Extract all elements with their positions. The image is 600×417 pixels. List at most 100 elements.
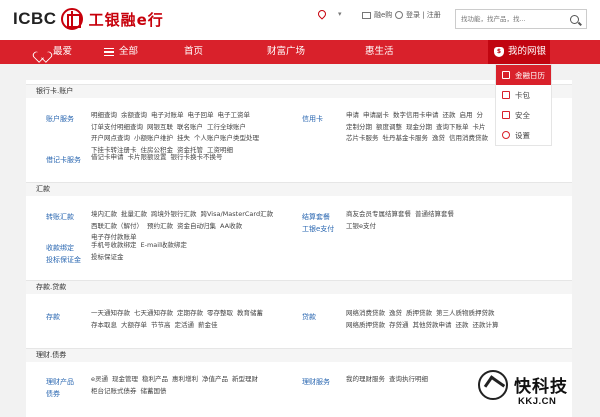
category-link[interactable]: 信用卡 <box>302 114 323 124</box>
service-link[interactable]: 我的理财服务 <box>346 375 385 383</box>
service-link[interactable]: 薪金佳 <box>198 321 218 329</box>
category-link[interactable]: 投标保证金 <box>46 255 81 265</box>
service-link[interactable]: 电子回单 <box>188 111 214 119</box>
service-link[interactable]: 手机号收款绑定 <box>91 241 137 249</box>
category-link[interactable]: 理财服务 <box>302 377 330 387</box>
service-link[interactable]: 预约汇款 <box>147 222 173 230</box>
category-link[interactable]: 贷款 <box>302 312 316 322</box>
category-link[interactable]: 借记卡服务 <box>46 155 81 165</box>
service-link[interactable]: 储蓄国债 <box>141 387 167 395</box>
service-link[interactable]: 西联汇款（解付） <box>91 222 143 230</box>
service-link[interactable]: 普通结算套餐 <box>415 210 454 218</box>
service-link[interactable]: E-mail收款绑定 <box>141 241 187 249</box>
dropdown-item-cardbag[interactable]: 卡包 <box>496 85 551 105</box>
service-link[interactable]: 借记卡申请 <box>91 153 124 161</box>
service-link[interactable]: 卡片 <box>473 123 486 131</box>
service-link[interactable]: 查询下账单 <box>436 123 469 131</box>
service-link[interactable]: 小额账户维护 <box>134 134 173 142</box>
service-link[interactable]: 数字信用卡申请 <box>393 111 439 119</box>
nav-mybank[interactable]: $ 我的网银 <box>488 40 550 64</box>
service-link[interactable]: 挂失 <box>177 134 190 142</box>
service-link[interactable]: 批量汇款 <box>121 210 147 218</box>
search-icon[interactable] <box>570 14 579 24</box>
dropdown-item-security[interactable]: 安全 <box>496 105 551 125</box>
service-link[interactable]: 查询执行明细 <box>389 375 428 383</box>
service-link[interactable]: 还款计算 <box>473 321 499 329</box>
category-link[interactable]: 工银e支付 <box>302 224 334 234</box>
service-link[interactable]: 卡片限额设置 <box>128 153 167 161</box>
dropdown-item-calendar[interactable]: 金融日历 <box>496 65 551 85</box>
nav-wealth[interactable]: 财富广场 <box>267 40 305 64</box>
service-link[interactable]: 新型理财 <box>232 375 258 383</box>
service-link[interactable]: 定活通 <box>175 321 195 329</box>
service-link[interactable]: 逸贷 <box>389 309 402 317</box>
login-register-link[interactable]: 登录 | 注册 <box>395 10 441 20</box>
service-link[interactable]: 惠利增利 <box>172 375 198 383</box>
service-link[interactable]: 个人账户账户类型处理 <box>194 134 259 142</box>
service-link[interactable]: 网银互联 <box>147 123 173 131</box>
nav-all[interactable]: 全部 <box>104 40 138 64</box>
service-link[interactable]: 信用消费贷款 <box>449 134 488 142</box>
service-link[interactable]: 定制分期 <box>346 123 372 131</box>
service-link[interactable]: 投标保证金 <box>91 253 124 261</box>
service-link[interactable]: 申请副卡 <box>363 111 389 119</box>
service-link[interactable]: 联名账户 <box>177 123 203 131</box>
service-link[interactable]: 存贷通 <box>389 321 409 329</box>
category-link[interactable]: 理财产品 <box>46 377 74 387</box>
service-link[interactable]: 工行全球账户 <box>207 123 246 131</box>
service-link[interactable]: 零存整取 <box>207 309 233 317</box>
nav-life[interactable]: 惠生活 <box>365 40 394 64</box>
service-link[interactable]: 启用 <box>460 111 473 119</box>
service-link[interactable]: e灵通 <box>91 375 108 383</box>
service-link[interactable]: 七天通知存款 <box>134 309 173 317</box>
service-link[interactable]: 一天通知存款 <box>91 309 130 317</box>
service-link[interactable]: 电子工资单 <box>218 111 251 119</box>
service-link[interactable]: 现金管理 <box>112 375 138 383</box>
category-link[interactable]: 账户服务 <box>46 114 74 124</box>
service-link[interactable]: 境内汇款 <box>91 210 117 218</box>
service-link[interactable]: 网络消费贷款 <box>346 309 385 317</box>
service-link[interactable]: 牡丹基金卡服务 <box>383 134 429 142</box>
category-link[interactable]: 转账汇款 <box>46 212 74 222</box>
category-link[interactable]: 债券 <box>46 389 60 399</box>
service-link[interactable]: 跨Visa/MasterCard汇款 <box>201 210 274 218</box>
service-link[interactable]: 净值产品 <box>202 375 228 383</box>
service-link[interactable]: AA收款 <box>220 222 242 230</box>
service-link[interactable]: 还款 <box>456 321 469 329</box>
service-link[interactable]: 质押贷款 <box>406 309 432 317</box>
service-link[interactable]: 余额查询 <box>121 111 147 119</box>
service-link[interactable]: 稳利产品 <box>142 375 168 383</box>
location-selector[interactable]: ▾ <box>316 8 342 20</box>
service-link[interactable]: 教育储蓄 <box>237 309 263 317</box>
service-link[interactable]: 大额存单 <box>121 321 147 329</box>
icbc-logo[interactable]: ICBC 工银融e行 <box>13 8 164 30</box>
service-link[interactable]: 定期存款 <box>177 309 203 317</box>
service-link[interactable]: 第三人质物质押贷款 <box>436 309 495 317</box>
service-link[interactable]: 银行卡换卡不换号 <box>171 153 223 161</box>
service-link[interactable]: 芯片卡服务 <box>346 134 379 142</box>
service-link[interactable]: 电子对账单 <box>151 111 184 119</box>
service-link[interactable]: 商友会员专属结算套餐 <box>346 210 411 218</box>
service-link[interactable]: 还款 <box>443 111 456 119</box>
service-link[interactable]: 跨境外银行汇款 <box>151 210 197 218</box>
service-link[interactable]: 节节高 <box>151 321 171 329</box>
service-link[interactable]: 网络质押贷款 <box>346 321 385 329</box>
dropdown-item-settings[interactable]: 设置 <box>496 125 551 145</box>
emall-link[interactable]: 融e购 <box>362 10 392 20</box>
service-link[interactable]: 柜台记账式债券 <box>91 387 137 395</box>
nav-home[interactable]: 首页 <box>184 40 203 64</box>
category-link[interactable]: 存款 <box>46 312 60 322</box>
nav-favorites[interactable]: 最爱 <box>36 40 72 64</box>
service-link[interactable]: 额度调整 <box>376 123 402 131</box>
service-link[interactable]: 现金分期 <box>406 123 432 131</box>
service-link[interactable]: 资金自动归集 <box>177 222 216 230</box>
service-link[interactable]: 开户网点查询 <box>91 134 130 142</box>
scrollbar[interactable] <box>572 80 578 417</box>
service-link[interactable]: 订单支付明细查询 <box>91 123 143 131</box>
category-link[interactable]: 结算套餐 <box>302 212 330 222</box>
service-link[interactable]: 逸贷 <box>432 134 445 142</box>
service-link[interactable]: 其他贷款申请 <box>413 321 452 329</box>
search-input[interactable] <box>456 15 566 23</box>
category-link[interactable]: 收款绑定 <box>46 243 74 253</box>
service-link[interactable]: 分 <box>477 111 484 119</box>
